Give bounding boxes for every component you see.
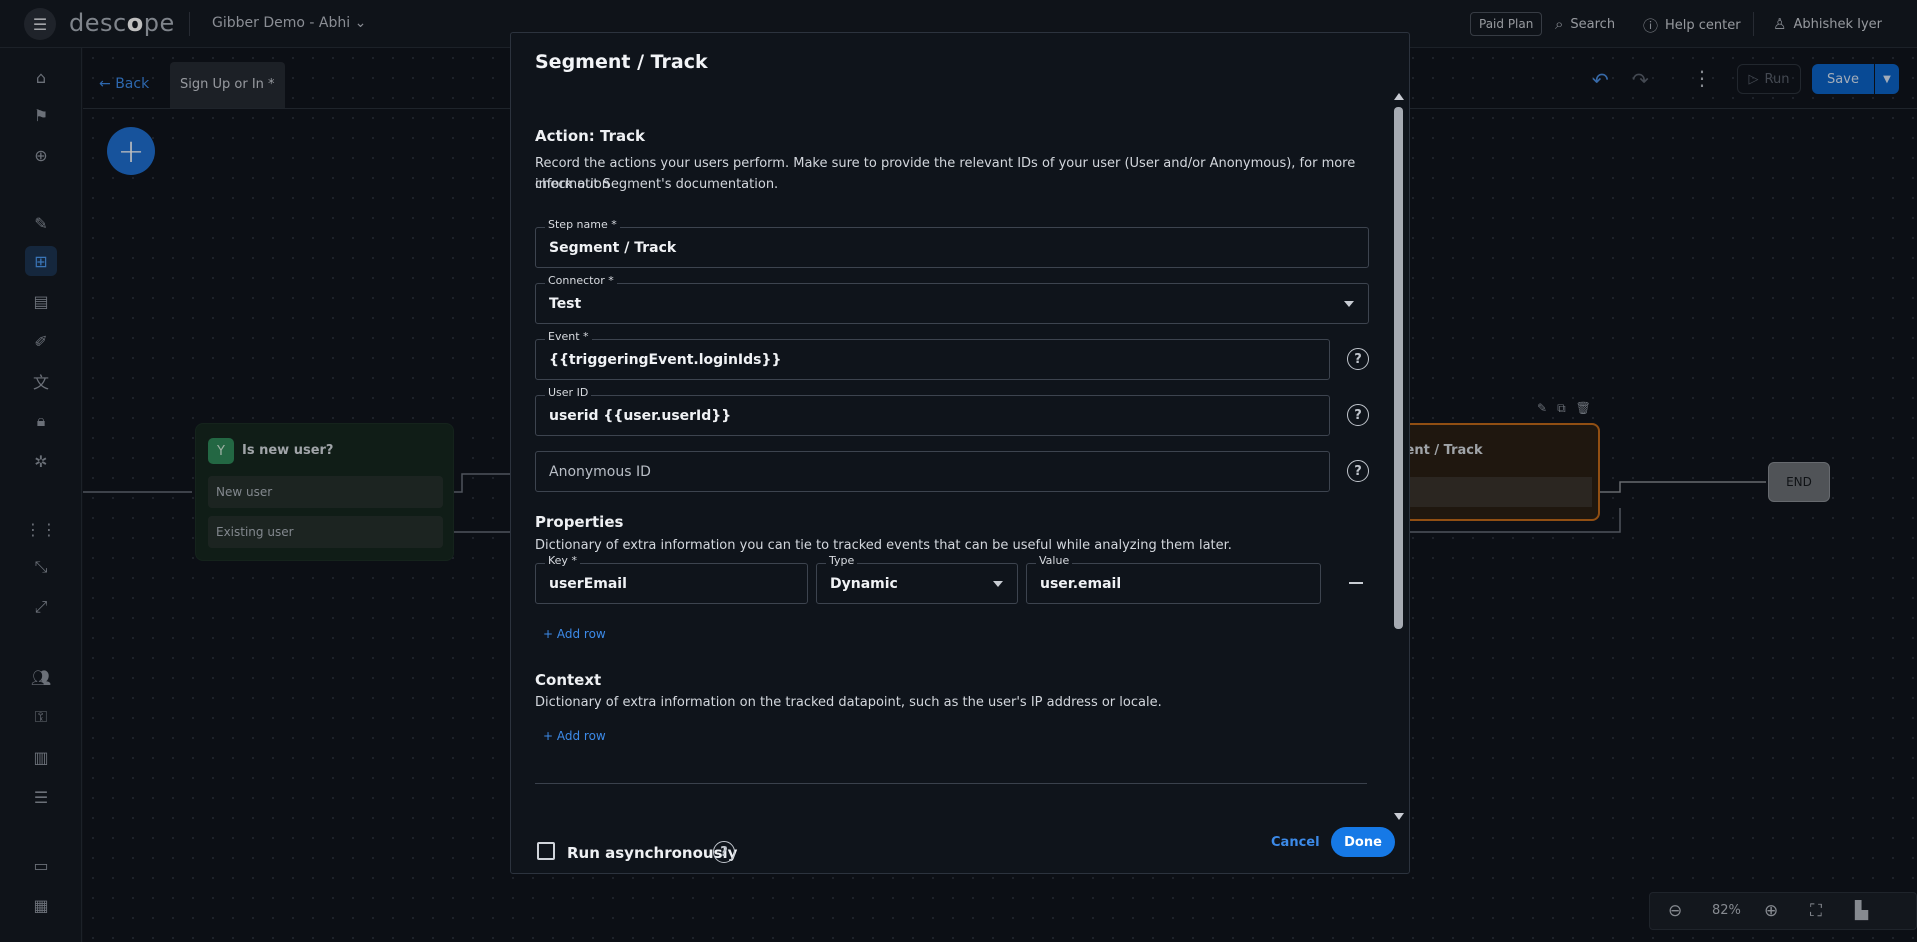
user-id-field[interactable]: User ID userid {{user.userId}}	[535, 386, 1330, 436]
connector-label: Connector *	[545, 274, 617, 287]
help-icon[interactable]: ?	[1347, 404, 1369, 426]
property-value-field[interactable]: Value user.email	[1026, 554, 1321, 604]
help-icon[interactable]: ?	[1347, 460, 1369, 482]
key-value: userEmail	[549, 576, 627, 592]
step-name-value: Segment / Track	[549, 240, 677, 256]
type-label: Type	[826, 554, 858, 567]
modal-scrollbar[interactable]	[1393, 93, 1405, 821]
modal-body: Action: Track Record the actions your us…	[535, 93, 1380, 863]
help-icon[interactable]: ?	[1347, 348, 1369, 370]
section-divider	[535, 783, 1367, 784]
properties-description: Dictionary of extra information you can …	[535, 538, 1232, 553]
modal-title: Segment / Track	[535, 51, 708, 73]
property-type-select[interactable]: Type Dynamic	[816, 554, 1018, 604]
connector-select[interactable]: Connector * Test	[535, 274, 1369, 324]
type-value: Dynamic	[830, 576, 898, 592]
context-description: Dictionary of extra information on the t…	[535, 695, 1162, 710]
cancel-button[interactable]: Cancel	[1271, 835, 1320, 850]
event-label: Event *	[545, 330, 592, 343]
help-icon[interactable]: ?	[713, 841, 735, 863]
caret-down-icon	[1344, 301, 1354, 307]
segment-track-modal: Segment / Track Action: Track Record the…	[510, 32, 1410, 874]
user-id-label: User ID	[545, 386, 592, 399]
property-key-field[interactable]: Key * userEmail	[535, 554, 808, 604]
scroll-down-icon[interactable]	[1394, 813, 1404, 820]
run-async-label: Run asynchronously	[567, 844, 738, 862]
caret-down-icon	[993, 581, 1003, 587]
remove-row-icon[interactable]	[1349, 582, 1363, 584]
context-title: Context	[535, 671, 602, 689]
action-description-link: check out Segment's documentation.	[535, 177, 779, 192]
properties-title: Properties	[535, 513, 624, 531]
event-field[interactable]: Event * {{triggeringEvent.loginIds}}	[535, 330, 1330, 380]
user-id-value: userid {{user.userId}}	[549, 408, 732, 424]
value-label: Value	[1036, 554, 1073, 567]
add-context-row-button[interactable]: + Add row	[543, 729, 606, 743]
anonymous-id-field[interactable]: Anonymous ID	[535, 451, 1330, 492]
anonymous-id-placeholder: Anonymous ID	[549, 464, 651, 480]
action-title: Action: Track	[535, 127, 645, 145]
event-value: {{triggeringEvent.loginIds}}	[549, 352, 782, 368]
value-value: user.email	[1040, 576, 1122, 592]
step-name-label: Step name *	[545, 218, 620, 231]
scroll-thumb[interactable]	[1394, 107, 1403, 629]
key-label: Key *	[545, 554, 580, 567]
step-name-field[interactable]: Step name * Segment / Track	[535, 218, 1369, 268]
scroll-up-icon[interactable]	[1394, 93, 1404, 100]
done-button[interactable]: Done	[1331, 827, 1395, 857]
add-property-row-button[interactable]: + Add row	[543, 627, 606, 641]
connector-value: Test	[549, 296, 582, 312]
run-async-checkbox[interactable]	[537, 842, 555, 860]
